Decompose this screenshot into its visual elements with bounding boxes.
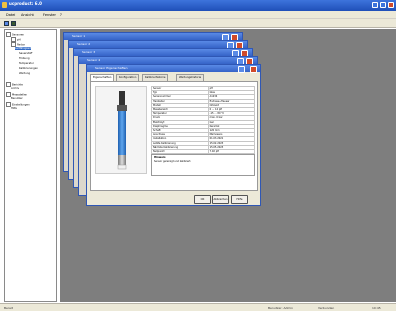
note-text: Sensor gereinigt und kalibriert. — [154, 160, 192, 163]
status-bar: Bereit Benutzer: Admin Verbunden 10:45 — [0, 303, 396, 311]
status-connection: Verbunden — [318, 306, 335, 310]
sensor-probe-icon — [117, 91, 127, 170]
window-caption: Sensor 3 — [74, 49, 252, 57]
status-user: Benutzer: Admin — [268, 306, 294, 310]
navigation-tree: Sensoren pH Redox Leitfähigkeit Sauersto… — [4, 29, 57, 302]
menu-help[interactable]: ? — [60, 13, 62, 17]
tab-panel: Sensor pH Typ Glas Seriennummer A1234 Herstell… — [90, 81, 258, 191]
open-icon[interactable] — [4, 21, 9, 26]
save-icon[interactable] — [11, 21, 16, 26]
menu-ansicht[interactable]: Ansicht — [21, 13, 34, 17]
tree-item[interactable]: Einstellungen — [6, 102, 30, 107]
tab-bar: Eigenschaften Konfiguration Kalibrierhis… — [90, 74, 258, 84]
menu-bar: Datei Ansicht Fenster ? — [0, 11, 396, 19]
app-title-bar: ucproduct: 6.0 — [0, 0, 396, 11]
menu-fenster[interactable]: Fenster — [43, 13, 56, 17]
sensor-image — [95, 86, 147, 174]
app-title: ucproduct: 6.0 — [9, 1, 42, 6]
help-button[interactable]: Hilfe — [231, 195, 248, 204]
close-icon[interactable] — [388, 2, 394, 8]
tree-item[interactable]: Archiv — [11, 87, 19, 90]
status-ready: Bereit — [4, 306, 13, 310]
sensor-properties-window[interactable]: Sensor Eigenschaften Eigenschaften Konfi… — [86, 64, 261, 206]
cancel-button[interactable]: Abbrechen — [212, 195, 229, 204]
window-caption: Sensor Eigenschaften — [87, 65, 260, 73]
tree-item[interactable]: Temperatur — [19, 62, 34, 65]
minimize-icon[interactable] — [372, 2, 378, 8]
tree-item[interactable]: Sauerstoff — [19, 52, 32, 55]
tree-item[interactable]: Hilfe — [11, 107, 17, 110]
tree-item[interactable]: Benutzer — [11, 97, 23, 100]
window-caption: Sensor 1 — [64, 33, 242, 41]
window-close-icon[interactable] — [250, 66, 257, 73]
note-box: Hinweis Sensor gereinigt und kalibriert. — [151, 154, 255, 176]
window-caption: Sensor 2 — [69, 41, 247, 49]
tree-item[interactable]: Wartung — [19, 72, 30, 75]
status-time: 10:45 — [372, 306, 381, 310]
ok-button[interactable]: OK — [194, 195, 211, 204]
toolbar — [0, 19, 396, 28]
help-icon[interactable] — [238, 66, 245, 73]
menu-datei[interactable]: Datei — [6, 13, 15, 17]
maximize-icon[interactable] — [380, 2, 386, 8]
tree-item[interactable]: Trübung — [19, 57, 30, 60]
tree-item[interactable]: Kalibrierungen — [19, 67, 38, 70]
app-icon — [2, 2, 7, 8]
note-title: Hinweis — [154, 156, 166, 159]
tree-item-selected[interactable]: Leitfähigkeit — [15, 47, 31, 50]
window-caption: Sensor 4 — [79, 57, 257, 65]
